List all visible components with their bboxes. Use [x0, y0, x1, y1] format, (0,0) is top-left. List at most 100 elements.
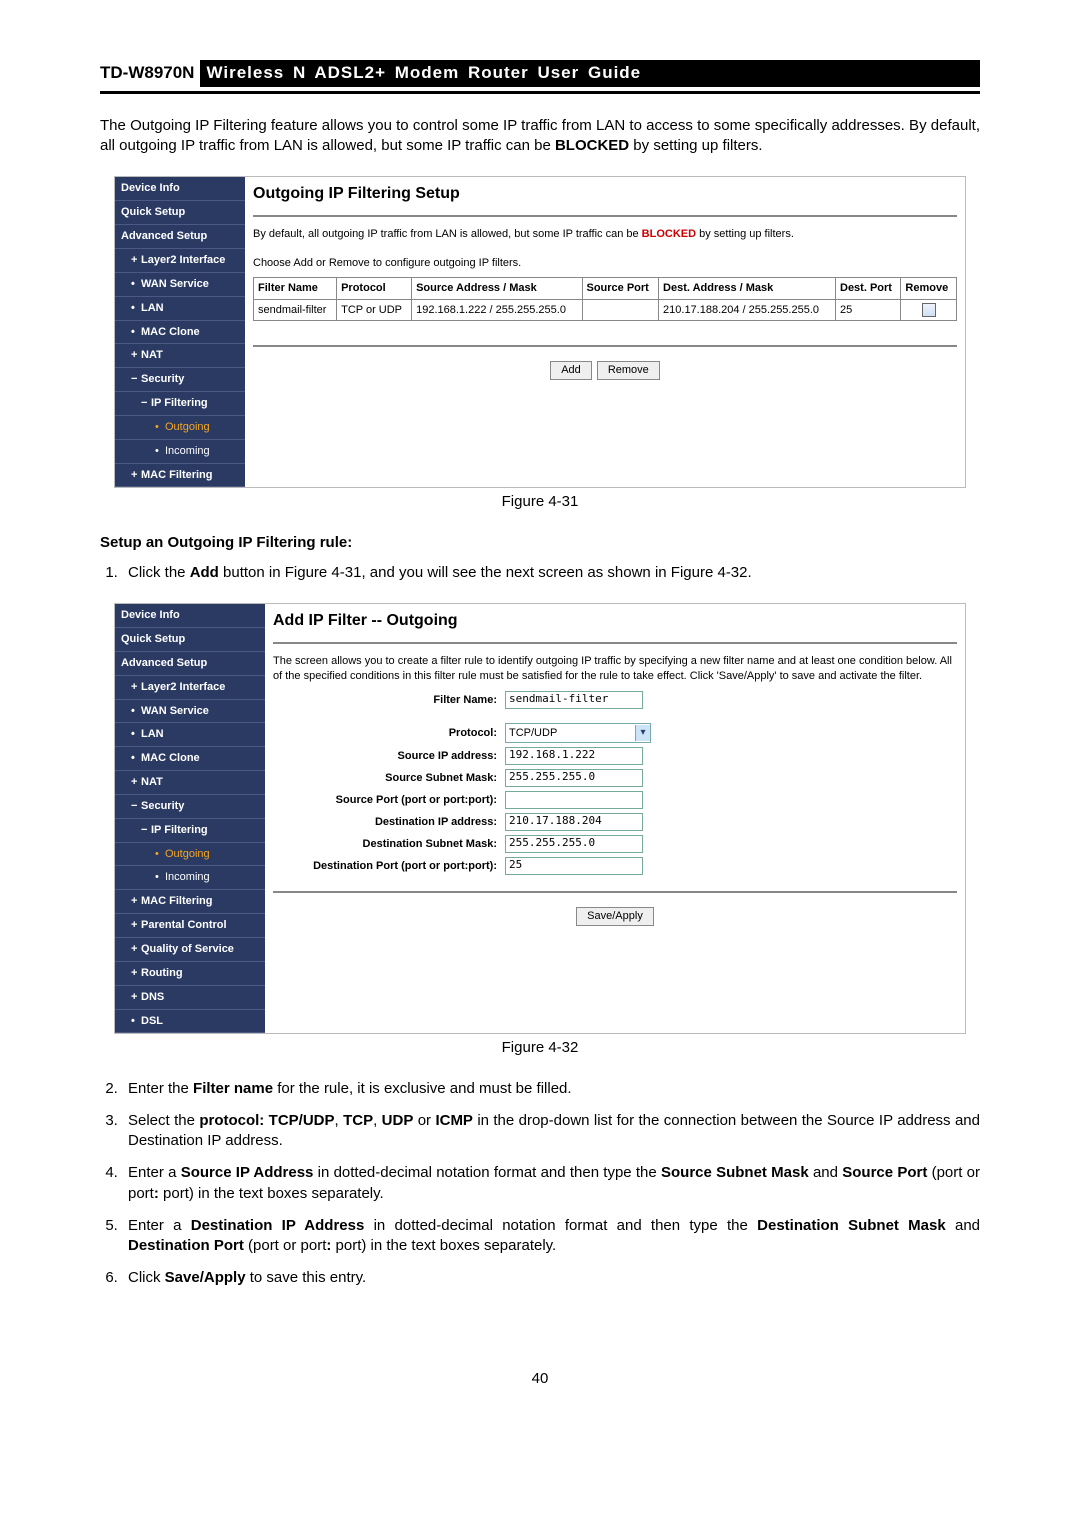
form-grid: Filter Name: sendmail-filter Protocol: T… [273, 689, 655, 877]
step-3: Select the protocol: TCP/UDP, TCP, UDP o… [122, 1111, 980, 1152]
figure-4-32-caption: Figure 4-32 [100, 1038, 980, 1058]
sidebar-mac-clone[interactable]: MAC Clone [115, 747, 265, 771]
remove-checkbox[interactable] [922, 303, 936, 317]
sidebar-qos[interactable]: Quality of Service [115, 938, 265, 962]
sidebar-layer2[interactable]: Layer2 Interface [115, 249, 245, 273]
sidebar-device-info[interactable]: Device Info [115, 604, 265, 628]
sidebar-ip-filtering[interactable]: IP Filtering [115, 392, 245, 416]
input-dst-ip[interactable]: 210.17.188.204 [505, 813, 643, 831]
note-a: By default, all outgoing IP traffic from… [253, 228, 642, 240]
s5b: Destination IP Address [191, 1217, 365, 1234]
cell-protocol: TCP or UDP [337, 299, 412, 321]
sidebar-outgoing[interactable]: Outgoing [115, 416, 245, 440]
sidebar-mac-clone[interactable]: MAC Clone [115, 321, 245, 345]
input-src-mask[interactable]: 255.255.255.0 [505, 769, 643, 787]
sidebar-mac-filtering[interactable]: MAC Filtering [115, 890, 265, 914]
lbl-src-port: Source Port (port or port:port): [273, 789, 501, 811]
panel-desc: The screen allows you to create a filter… [273, 654, 957, 684]
sidebar-dns[interactable]: DNS [115, 986, 265, 1010]
cell-src-port [582, 299, 659, 321]
sidebar-incoming[interactable]: Incoming [115, 440, 245, 464]
th-dst-port: Dest. Port [836, 277, 901, 299]
sidebar-incoming[interactable]: Incoming [115, 866, 265, 890]
s4e: and [809, 1164, 843, 1181]
sidebar-lan[interactable]: LAN [115, 723, 265, 747]
button-row: Add Remove [253, 361, 957, 380]
sidebar-nat[interactable]: NAT [115, 771, 265, 795]
s2c: for the rule, it is exclusive and must b… [273, 1080, 571, 1097]
s4i: port) in the text boxes separately. [159, 1185, 384, 1202]
s4b: Source IP Address [181, 1164, 314, 1181]
step1-c: button in Figure 4-31, and you will see … [219, 564, 752, 581]
lbl-dst-mask: Destination Subnet Mask: [273, 833, 501, 855]
s5d: Destination Subnet Mask [757, 1217, 946, 1234]
sidebar-security[interactable]: Security [115, 795, 265, 819]
sidebar-advanced-setup[interactable]: Advanced Setup [115, 225, 245, 249]
sidebar-nat[interactable]: NAT [115, 344, 245, 368]
s2a: Enter the [128, 1080, 193, 1097]
s3f: UDP [382, 1112, 414, 1129]
add-button[interactable]: Add [550, 361, 592, 380]
intro-paragraph: The Outgoing IP Filtering feature allows… [100, 116, 980, 157]
s3h: ICMP [435, 1112, 473, 1129]
input-dst-port[interactable]: 25 [505, 857, 643, 875]
s5e: and [946, 1217, 980, 1234]
setup-heading: Setup an Outgoing IP Filtering rule: [100, 533, 980, 553]
sidebar-routing[interactable]: Routing [115, 962, 265, 986]
cell-filter-name: sendmail-filter [254, 299, 337, 321]
lbl-protocol: Protocol: [273, 721, 501, 745]
sidebar-device-info[interactable]: Device Info [115, 177, 245, 201]
select-protocol-value: TCP/UDP [509, 726, 557, 741]
sidebar-dsl[interactable]: DSL [115, 1010, 265, 1034]
sidebar-lan[interactable]: LAN [115, 297, 245, 321]
s5i: port) in the text boxes separately. [331, 1237, 556, 1254]
sidebar-security[interactable]: Security [115, 368, 245, 392]
doc-title: Wireless N ADSL2+ Modem Router User Guid… [200, 60, 980, 87]
page-number: 40 [100, 1369, 980, 1389]
sidebar-parental[interactable]: Parental Control [115, 914, 265, 938]
step-6: Click Save/Apply to save this entry. [122, 1268, 980, 1288]
s3a: Select the [128, 1112, 199, 1129]
panel-title: Add IP Filter -- Outgoing [273, 610, 957, 632]
note-b: by setting up filters. [696, 228, 794, 240]
s3e: , [373, 1112, 382, 1129]
th-remove: Remove [901, 277, 957, 299]
sidebar-ip-filtering[interactable]: IP Filtering [115, 819, 265, 843]
panel-note2: Choose Add or Remove to configure outgoi… [253, 256, 957, 271]
save-apply-button[interactable]: Save/Apply [576, 907, 654, 926]
input-src-ip[interactable]: 192.168.1.222 [505, 747, 643, 765]
sidebar-advanced-setup[interactable]: Advanced Setup [115, 652, 265, 676]
select-protocol[interactable]: TCP/UDP▾ [505, 723, 651, 743]
button-row: Save/Apply [273, 907, 957, 926]
remove-button[interactable]: Remove [597, 361, 660, 380]
s3g: or [413, 1112, 435, 1129]
step1-a: Click the [128, 564, 190, 581]
lbl-src-mask: Source Subnet Mask: [273, 767, 501, 789]
th-filter-name: Filter Name [254, 277, 337, 299]
intro-text-a: The Outgoing IP Filtering feature allows… [100, 117, 980, 154]
input-src-port[interactable] [505, 791, 643, 809]
sidebar-quick-setup[interactable]: Quick Setup [115, 628, 265, 652]
s3b: protocol: TCP/UDP [199, 1112, 334, 1129]
intro-blocked: BLOCKED [555, 137, 629, 154]
th-protocol: Protocol [337, 277, 412, 299]
s4d: Source Subnet Mask [661, 1164, 809, 1181]
sidebar-layer2[interactable]: Layer2 Interface [115, 676, 265, 700]
model-number: TD-W8970N [100, 62, 194, 85]
sidebar-wan[interactable]: WAN Service [115, 273, 245, 297]
s4f: Source Port [842, 1164, 927, 1181]
s5a: Enter a [128, 1217, 191, 1234]
figure-4-31-ui: Device Info Quick Setup Advanced Setup L… [114, 176, 966, 488]
s6b: Save/Apply [165, 1269, 246, 1286]
sidebar-wan[interactable]: WAN Service [115, 700, 265, 724]
th-src-port: Source Port [582, 277, 659, 299]
panel-divider-2 [253, 345, 957, 347]
sidebar-quick-setup[interactable]: Quick Setup [115, 201, 245, 225]
input-filter-name[interactable]: sendmail-filter [505, 691, 643, 709]
cell-dst-port: 25 [836, 299, 901, 321]
doc-header: TD-W8970N Wireless N ADSL2+ Modem Router… [100, 60, 980, 94]
sidebar-outgoing[interactable]: Outgoing [115, 843, 265, 867]
lbl-src-ip: Source IP address: [273, 745, 501, 767]
sidebar-mac-filtering[interactable]: MAC Filtering [115, 464, 245, 488]
input-dst-mask[interactable]: 255.255.255.0 [505, 835, 643, 853]
